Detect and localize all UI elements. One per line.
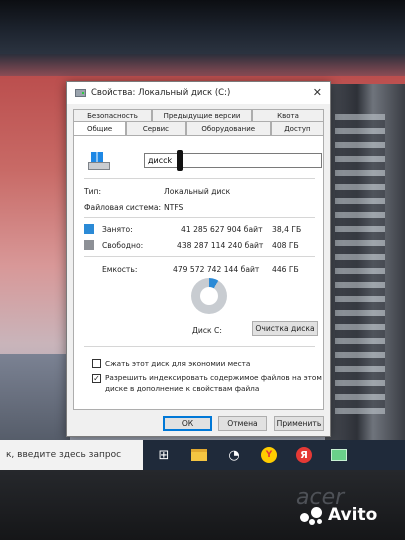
yandex-icon[interactable]: Y [255, 440, 283, 470]
general-tab-panel: Тип: Локальный диск Файловая система: NT… [73, 135, 324, 410]
drive-title-icon [75, 89, 86, 97]
capacity-label: Емкость: [102, 265, 138, 274]
text-cursor [177, 150, 183, 171]
app-glyph [331, 449, 347, 461]
type-value: Локальный диск [164, 187, 231, 196]
separator [84, 346, 315, 347]
index-label-line1: Разрешить индексировать содержимое файло… [105, 373, 322, 382]
yandex-browser-icon[interactable]: Я [290, 440, 318, 470]
filesystem-value: NTFS [164, 203, 184, 212]
tab-strip: Безопасность Предыдущие версии Квота Общ… [73, 109, 324, 135]
tab-row-2: Общие Сервис Оборудование Доступ [73, 121, 324, 135]
taskbar: к, введите здесь запрос ⊞ ◔ Y Я [0, 440, 405, 470]
taskbar-search-box[interactable]: к, введите здесь запрос [0, 440, 143, 470]
filesystem-label: Файловая система: [84, 203, 162, 212]
capacity-bytes: 479 572 742 144 байт [173, 265, 260, 274]
separator [84, 256, 315, 257]
free-bytes: 438 287 114 240 байт [177, 241, 264, 250]
window-title: Свойства: Локальный диск (C:) [91, 88, 231, 98]
used-size: 38,4 ГБ [272, 225, 302, 234]
compress-checkbox[interactable] [92, 359, 101, 368]
avito-dot [300, 513, 309, 522]
disk-label: Диск C: [192, 326, 222, 335]
index-label-line2: диске в дополнение к свойствам файла [105, 384, 260, 393]
folder-glyph [191, 449, 207, 461]
used-color-swatch [84, 224, 94, 234]
tab-quota[interactable]: Квота [252, 109, 324, 121]
wallpaper-rock-detail [335, 114, 385, 414]
tab-row-1: Безопасность Предыдущие версии Квота [73, 109, 324, 121]
disk-cleanup-button[interactable]: Очистка диска [252, 321, 318, 336]
wallpaper-rock-left [0, 354, 70, 440]
tab-previous-versions[interactable]: Предыдущие версии [152, 109, 252, 121]
type-label: Тип: [84, 187, 102, 196]
background-photo-top [0, 0, 405, 54]
disk-usage-donut [191, 278, 227, 314]
tab-sharing[interactable]: Доступ [270, 121, 324, 135]
app-icon[interactable] [325, 440, 353, 470]
used-label: Занято: [102, 225, 133, 234]
task-view-icon[interactable]: ⊞ [150, 440, 178, 470]
tab-tools[interactable]: Сервис [126, 121, 186, 135]
tab-general[interactable]: Общие [73, 121, 127, 135]
avito-text: Avito [328, 505, 378, 525]
used-bytes: 41 285 627 904 байт [181, 225, 263, 234]
avito-dot [309, 519, 315, 525]
avito-logo-icon [300, 505, 324, 525]
apply-button[interactable]: Применить [274, 416, 324, 431]
capacity-size: 446 ГБ [272, 265, 299, 274]
avito-watermark: Avito [300, 505, 377, 525]
disk-properties-dialog: Свойства: Локальный диск (C:) ✕ Безопасн… [66, 81, 331, 437]
tab-hardware[interactable]: Оборудование [185, 121, 271, 135]
volume-name-input[interactable] [144, 153, 322, 168]
windows-logo-icon [91, 152, 103, 162]
separator [84, 178, 315, 179]
steam-icon[interactable]: ◔ [220, 440, 248, 470]
avito-dot [317, 519, 322, 524]
cancel-button[interactable]: Отмена [218, 416, 267, 431]
tab-security[interactable]: Безопасность [73, 109, 152, 121]
free-label: Свободно: [102, 241, 144, 250]
free-size: 408 ГБ [272, 241, 299, 250]
ok-button[interactable]: ОК [163, 416, 212, 431]
yandex-browser-glyph: Я [296, 447, 312, 463]
free-color-swatch [84, 240, 94, 250]
compress-label: Сжать этот диск для экономии места [105, 359, 251, 368]
avito-dot [311, 507, 322, 518]
index-checkbox[interactable]: ✓ [92, 374, 101, 383]
folder-icon[interactable] [185, 440, 213, 470]
yandex-glyph: Y [261, 447, 277, 463]
close-icon[interactable]: ✕ [313, 86, 322, 99]
wallpaper-horizon [0, 54, 405, 76]
drive-icon [88, 152, 110, 170]
separator [84, 217, 315, 218]
disk-body-icon [88, 162, 110, 170]
title-bar: Свойства: Локальный диск (C:) ✕ [67, 82, 330, 104]
